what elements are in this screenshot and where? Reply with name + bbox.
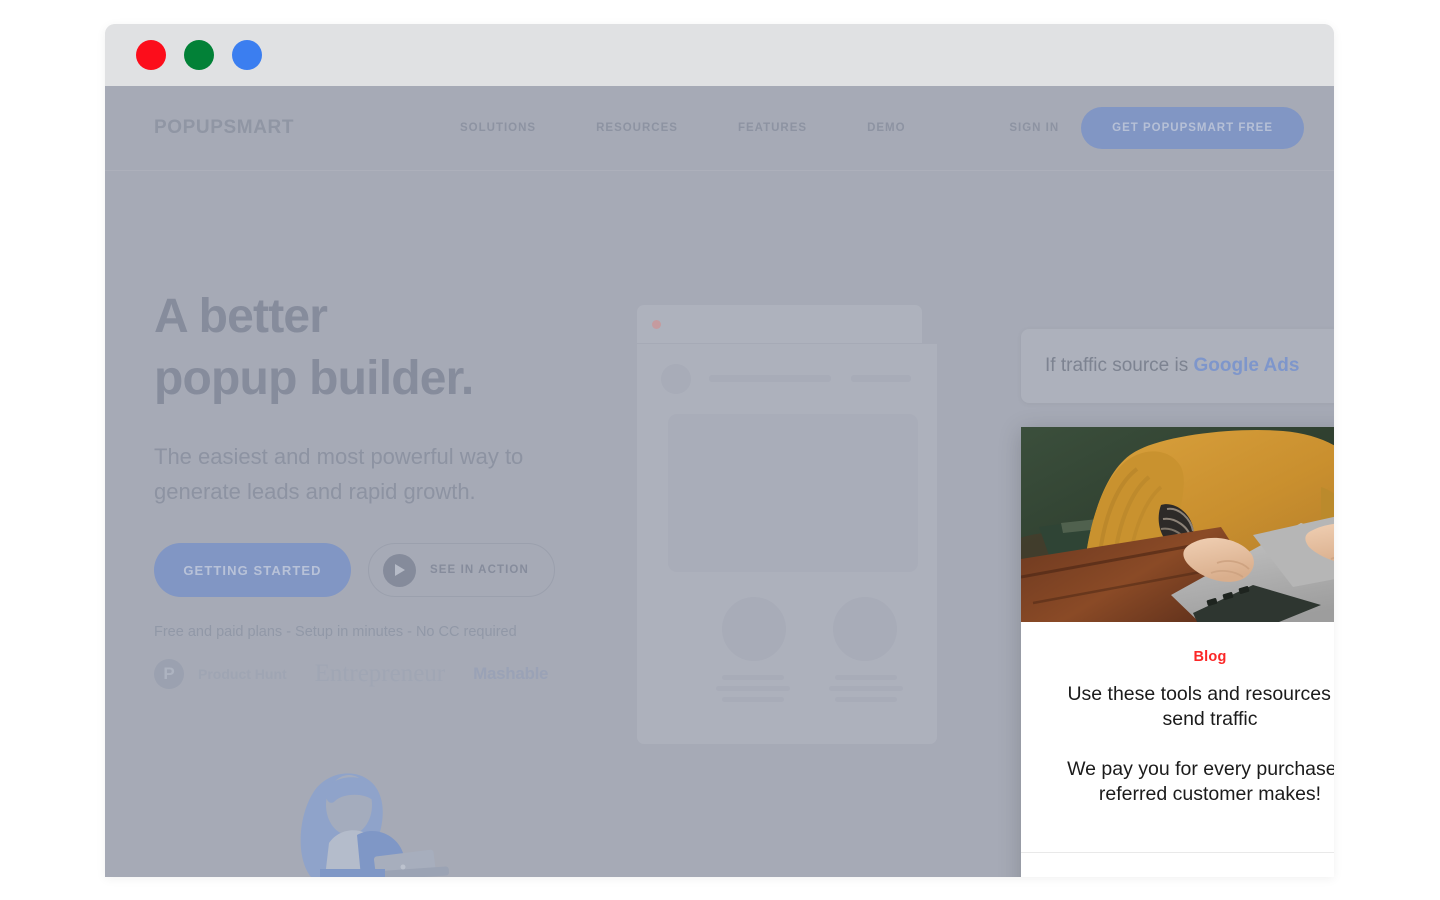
skeleton-bar xyxy=(851,375,911,382)
nav-item-resources[interactable]: RESOURCES xyxy=(596,122,678,134)
sign-in-link[interactable]: SIGN IN xyxy=(1009,122,1059,134)
see-in-action-button[interactable]: SEE IN ACTION xyxy=(368,543,555,598)
hero-section: A better popup builder. The easiest and … xyxy=(154,286,634,690)
nav-item-demo[interactable]: DEMO xyxy=(867,122,906,134)
skeleton-bar xyxy=(722,675,784,680)
popup-subtext: We pay you for every purchase a referred… xyxy=(1067,757,1334,806)
browser-window: POPUPSMART SOLUTIONS RESOURCES FEATURES … xyxy=(105,24,1334,877)
skeleton-circle xyxy=(722,597,786,661)
press-logo-entrepreneur: Entrepreneur xyxy=(314,660,446,688)
get-popupsmart-free-button[interactable]: GET POPUPSMART FREE xyxy=(1081,107,1304,149)
popup-footer: Maybe Later Read article xyxy=(1021,852,1334,877)
page-title: A better popup builder. xyxy=(154,286,634,411)
popup-category-badge: Blog xyxy=(1193,649,1227,665)
woman-with-laptop-illustration xyxy=(225,757,495,877)
skeleton-avatar xyxy=(661,364,691,394)
nav-item-solutions[interactable]: SOLUTIONS xyxy=(460,122,536,134)
rule-condition-text: If traffic source is Google Ads xyxy=(1045,355,1299,377)
press-logo-mashable: Mashable xyxy=(473,664,549,684)
nav-actions: SIGN IN GET POPUPSMART FREE xyxy=(1009,107,1304,149)
skeleton-bar xyxy=(716,686,790,691)
hero-subtitle-line-1: The easiest and most powerful way to xyxy=(154,443,524,469)
product-hunt-icon: P xyxy=(154,659,184,690)
skeleton-bar xyxy=(829,686,903,691)
popup-body: Blog Use these tools and resources to se… xyxy=(1021,622,1334,807)
popup-headline: Use these tools and resources to send tr… xyxy=(1067,683,1334,731)
background-app-mockup xyxy=(637,305,937,745)
see-in-action-label: SEE IN ACTION xyxy=(430,564,529,577)
rule-prefix: If traffic source is xyxy=(1045,355,1194,376)
skeleton-bar xyxy=(835,697,897,702)
hero-title-line-2: popup builder. xyxy=(154,352,474,406)
site-navbar: POPUPSMART SOLUTIONS RESOURCES FEATURES … xyxy=(105,86,1334,171)
skeleton-bar xyxy=(722,697,784,702)
window-minimize-button[interactable] xyxy=(184,40,214,70)
mockup-dot-icon xyxy=(652,320,661,329)
hero-subtitle: The easiest and most powerful way to gen… xyxy=(154,439,634,509)
skeleton-bar xyxy=(709,375,831,382)
rule-highlight: Google Ads xyxy=(1193,355,1300,376)
nav-links: SOLUTIONS RESOURCES FEATURES DEMO xyxy=(460,122,906,134)
getting-started-button[interactable]: GETTING STARTED xyxy=(154,543,351,598)
skeleton-circle xyxy=(833,597,897,661)
page-viewport: POPUPSMART SOLUTIONS RESOURCES FEATURES … xyxy=(105,86,1334,877)
screenshot-stage: POPUPSMART SOLUTIONS RESOURCES FEATURES … xyxy=(0,0,1440,900)
popup-hero-image xyxy=(1021,427,1334,622)
site-logo[interactable]: POPUPSMART xyxy=(154,117,294,139)
mockup-titlebar xyxy=(637,305,922,343)
play-icon xyxy=(383,553,416,587)
hero-subtitle-line-2: generate leads and rapid growth. xyxy=(154,478,476,504)
hero-fineprint: Free and paid plans - Setup in minutes -… xyxy=(154,624,517,641)
press-logos: P Product Hunt Entrepreneur Mashable xyxy=(154,659,634,690)
popup-modal: Blog Use these tools and resources to se… xyxy=(1021,427,1334,877)
hero-buttons: GETTING STARTED SEE IN ACTION xyxy=(154,543,634,598)
press-logo-product-hunt: Product Hunt xyxy=(198,666,287,683)
skeleton-bar xyxy=(835,675,897,680)
window-maximize-button[interactable] xyxy=(232,40,262,70)
mockup-body xyxy=(637,344,937,744)
rule-condition-card[interactable]: If traffic source is Google Ads xyxy=(1021,329,1334,403)
hero-title-line-1: A better xyxy=(154,290,328,343)
nav-item-features[interactable]: FEATURES xyxy=(738,122,807,134)
browser-titlebar xyxy=(105,24,1334,86)
window-close-button[interactable] xyxy=(136,40,166,70)
skeleton-panel xyxy=(668,414,918,572)
